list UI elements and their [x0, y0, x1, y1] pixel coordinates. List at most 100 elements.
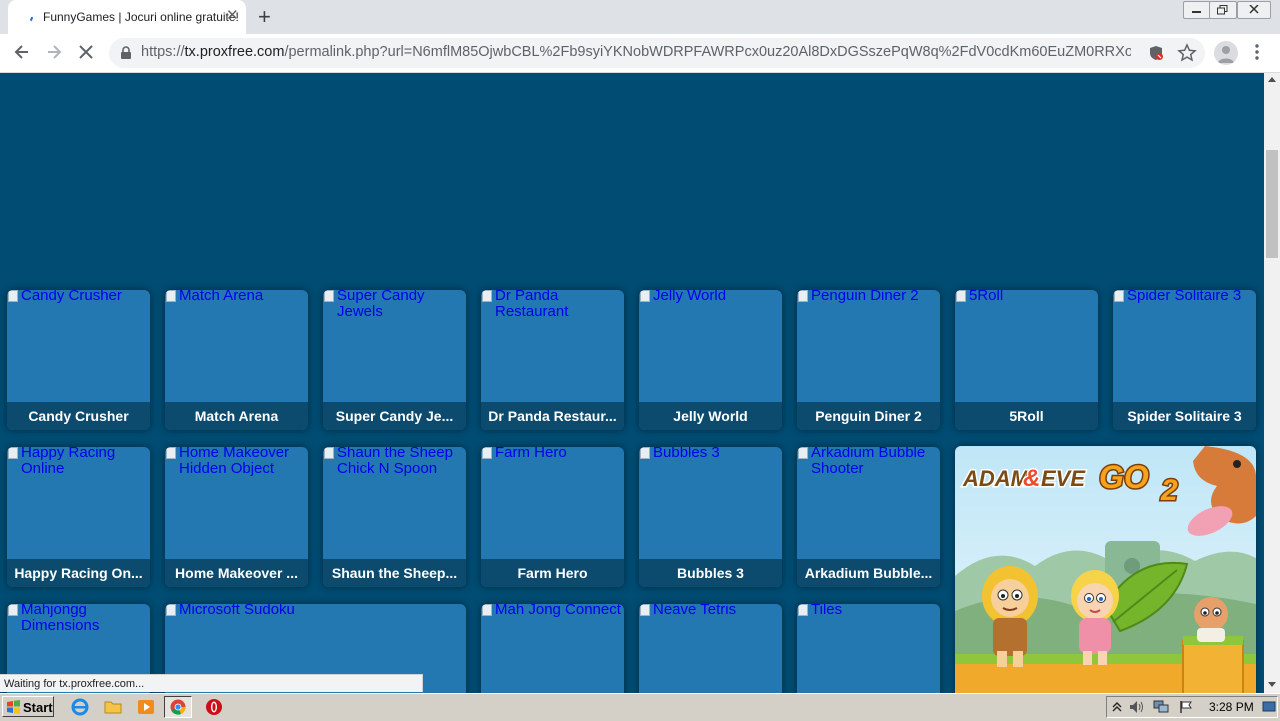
taskbar: Start 3:28 PM: [0, 693, 1280, 721]
page-scrollbar[interactable]: [1264, 73, 1280, 693]
game-card-dr-panda-restaurant[interactable]: Dr Panda Restaurant Dr Panda Restaur...: [481, 290, 624, 430]
game-card-spider-solitaire-3[interactable]: Spider Solitaire 3 Spider Solitaire 3: [1113, 290, 1256, 430]
game-title[interactable]: Candy Crusher: [7, 402, 150, 430]
game-alt-text: Farm Hero: [495, 447, 567, 461]
game-image-alt[interactable]: Arkadium Bubble Shooter: [797, 447, 940, 477]
game-card-match-arena[interactable]: Match Arena Match Arena: [165, 290, 308, 430]
game-alt-text: Happy Racing Online: [21, 447, 116, 477]
game-card-happy-racing-online[interactable]: Happy Racing Online Happy Racing On...: [7, 447, 150, 587]
broken-image-icon: [640, 604, 650, 616]
game-title[interactable]: Home Makeover ...: [165, 559, 308, 587]
scroll-down-icon[interactable]: [1268, 682, 1276, 687]
game-card-arkadium-bubble-shooter[interactable]: Arkadium Bubble Shooter Arkadium Bubble.…: [797, 447, 940, 587]
game-image-alt[interactable]: Mahjongg Dimensions: [7, 604, 150, 634]
broken-image-icon: [640, 290, 650, 302]
game-title[interactable]: Happy Racing On...: [7, 559, 150, 587]
stop-loading-icon[interactable]: [76, 42, 96, 62]
game-title[interactable]: Shaun the Sheep...: [323, 559, 466, 587]
game-image-alt[interactable]: Super Candy Jewels: [323, 290, 466, 320]
game-card-farm-hero[interactable]: Farm Hero Farm Hero: [481, 447, 624, 587]
game-title[interactable]: Super Candy Je...: [323, 402, 466, 430]
clock[interactable]: 3:28 PM: [1209, 700, 1254, 714]
game-title[interactable]: 5Roll: [955, 402, 1098, 430]
broken-image-icon: [8, 447, 18, 459]
minimize-button[interactable]: [1183, 1, 1211, 19]
address-bar[interactable]: https://tx.proxfree.com/permalink.php?ur…: [109, 38, 1205, 68]
game-card-shaun-the-sheep[interactable]: Shaun the Sheep Chick N Spoon Shaun the …: [323, 447, 466, 587]
game-image-alt[interactable]: 5Roll: [955, 290, 1098, 304]
show-desktop-icon[interactable]: [1262, 701, 1276, 713]
game-image-alt[interactable]: Happy Racing Online: [7, 447, 150, 477]
scrollbar-thumb[interactable]: [1266, 150, 1278, 258]
close-icon: [1249, 5, 1259, 14]
game-card-jelly-world[interactable]: Jelly World Jelly World: [639, 290, 782, 430]
game-card-tiles[interactable]: Tiles: [797, 604, 940, 693]
blocked-content-icon[interactable]: [1148, 45, 1164, 61]
restore-button[interactable]: [1209, 1, 1237, 19]
featured-game-adam-eve-go-2[interactable]: ADAM & EVE GO 2: [955, 446, 1256, 693]
internet-explorer-icon[interactable]: [71, 698, 89, 716]
network-icon[interactable]: [1153, 700, 1169, 714]
game-image-alt[interactable]: Penguin Diner 2: [797, 290, 940, 304]
game-title[interactable]: Arkadium Bubble...: [797, 559, 940, 587]
game-card-candy-crusher[interactable]: Candy Crusher Candy Crusher: [7, 290, 150, 430]
game-image-alt[interactable]: Dr Panda Restaurant: [481, 290, 624, 320]
close-window-button[interactable]: [1237, 1, 1271, 19]
profile-avatar[interactable]: [1214, 41, 1238, 65]
media-player-icon[interactable]: [137, 698, 155, 716]
game-title[interactable]: Jelly World: [639, 402, 782, 430]
game-image-alt[interactable]: Microsoft Sudoku: [165, 604, 466, 618]
browser-tab[interactable]: FunnyGames | Jocuri online gratuite! ✕: [8, 0, 246, 34]
game-image-alt[interactable]: Match Arena: [165, 290, 308, 304]
opera-icon[interactable]: [205, 698, 223, 716]
back-icon[interactable]: [12, 42, 32, 62]
game-card-super-candy-jewels[interactable]: Super Candy Jewels Super Candy Je...: [323, 290, 466, 430]
forward-icon[interactable]: [44, 42, 64, 62]
more-options-icon[interactable]: [1254, 43, 1260, 61]
featured-game-artwork: ADAM & EVE GO 2: [955, 446, 1256, 693]
taskbar-chrome-button[interactable]: [164, 696, 192, 718]
game-title[interactable]: Farm Hero: [481, 559, 624, 587]
url-text[interactable]: https://tx.proxfree.com/permalink.php?ur…: [141, 44, 1131, 60]
game-card-mah-jong-connect[interactable]: Mah Jong Connect: [481, 604, 624, 693]
bookmark-star-icon[interactable]: [1177, 43, 1197, 63]
game-image-alt[interactable]: Tiles: [797, 604, 940, 618]
game-title[interactable]: Penguin Diner 2: [797, 402, 940, 430]
game-title[interactable]: Spider Solitaire 3: [1113, 402, 1256, 430]
broken-image-icon: [324, 447, 334, 459]
start-button[interactable]: Start: [2, 696, 54, 717]
tray-expand-icon[interactable]: [1112, 701, 1122, 713]
restore-icon: [1217, 5, 1228, 15]
game-title[interactable]: Bubbles 3: [639, 559, 782, 587]
game-card-neave-tetris[interactable]: Neave Tetris: [639, 604, 782, 693]
tab-close-icon[interactable]: ✕: [226, 8, 239, 24]
game-title[interactable]: Match Arena: [165, 402, 308, 430]
game-image-alt[interactable]: Jelly World: [639, 290, 782, 304]
game-image-alt[interactable]: Mah Jong Connect: [481, 604, 624, 618]
action-center-flag-icon[interactable]: [1179, 700, 1193, 714]
game-image-alt[interactable]: Spider Solitaire 3: [1113, 290, 1256, 304]
file-explorer-icon[interactable]: [104, 698, 122, 716]
lock-icon[interactable]: [120, 46, 132, 60]
game-image-alt[interactable]: Bubbles 3: [639, 447, 782, 461]
svg-text:&: &: [1023, 465, 1040, 492]
volume-icon[interactable]: [1129, 700, 1145, 714]
game-title[interactable]: Dr Panda Restaur...: [481, 402, 624, 430]
game-image-alt[interactable]: Neave Tetris: [639, 604, 782, 618]
url-path: /permalink.php?url=N6mflM85OjwbCBL%2Fb9s…: [284, 44, 1131, 60]
game-card-5roll[interactable]: 5Roll 5Roll: [955, 290, 1098, 430]
game-card-bubbles-3[interactable]: Bubbles 3 Bubbles 3: [639, 447, 782, 587]
game-image-alt[interactable]: Home Makeover Hidden Object: [165, 447, 308, 477]
windows-logo-icon: [7, 700, 20, 714]
broken-image-icon: [166, 290, 176, 302]
game-image-alt[interactable]: Candy Crusher: [7, 290, 150, 304]
scroll-up-icon[interactable]: [1268, 77, 1276, 82]
game-image-alt[interactable]: Farm Hero: [481, 447, 624, 461]
new-tab-button[interactable]: +: [258, 5, 271, 29]
game-card-penguin-diner-2[interactable]: Penguin Diner 2 Penguin Diner 2: [797, 290, 940, 430]
game-alt-text: Arkadium Bubble Shooter: [811, 447, 926, 477]
broken-image-icon: [482, 447, 492, 459]
game-card-home-makeover[interactable]: Home Makeover Hidden Object Home Makeove…: [165, 447, 308, 587]
tab-title: FunnyGames | Jocuri online gratuite!: [43, 10, 239, 24]
game-image-alt[interactable]: Shaun the Sheep Chick N Spoon: [323, 447, 466, 477]
